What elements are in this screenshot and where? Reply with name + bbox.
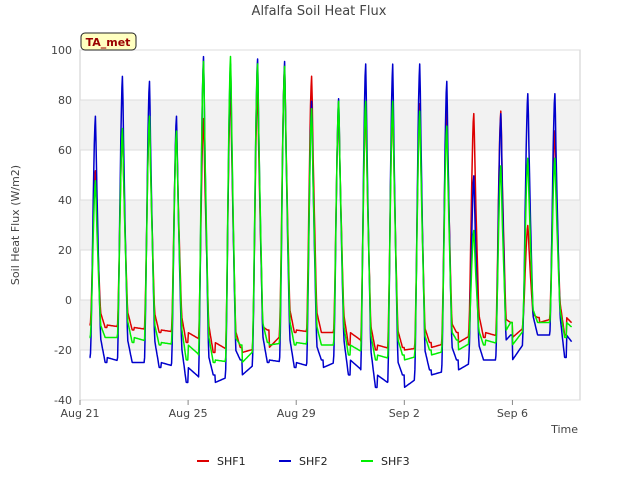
y-tick-label: -20 (54, 344, 72, 357)
x-tick-label: Aug 25 (169, 407, 208, 420)
x-tick-label: Sep 6 (497, 407, 528, 420)
x-axis-ticks: Aug 21 Aug 25 Aug 29 Sep 2 Sep 6 (61, 400, 528, 420)
y-axis-ticks: -40 -20 0 20 40 60 80 100 (51, 44, 72, 407)
legend-label: SHF2 (299, 455, 328, 468)
y-tick-label: 100 (51, 44, 72, 57)
badge-label: TA_met (86, 36, 131, 49)
y-tick-label: 20 (58, 244, 72, 257)
plot-area (79, 49, 581, 401)
y-axis-label: Soil Heat Flux (W/m2) (9, 165, 22, 285)
y-tick-label: 40 (58, 194, 72, 207)
x-tick-label: Sep 2 (389, 407, 420, 420)
x-tick-label: Aug 29 (277, 407, 316, 420)
chart-svg: Alfalfa Soil Heat Flux -40 -20 0 20 40 60 80 10… (9, 4, 581, 468)
y-tick-label: 80 (58, 94, 72, 107)
chart-title: Alfalfa Soil Heat Flux (252, 4, 387, 19)
legend: SHF1 SHF2 SHF3 (197, 455, 410, 468)
x-axis-label: Time (550, 423, 578, 436)
x-tick-label: Aug 21 (61, 407, 100, 420)
y-tick-label: 0 (65, 294, 72, 307)
legend-label: SHF1 (217, 455, 246, 468)
y-tick-label: 60 (58, 144, 72, 157)
y-tick-label: -40 (54, 394, 72, 407)
legend-label: SHF3 (381, 455, 410, 468)
ta-met-badge: TA_met (80, 32, 137, 51)
